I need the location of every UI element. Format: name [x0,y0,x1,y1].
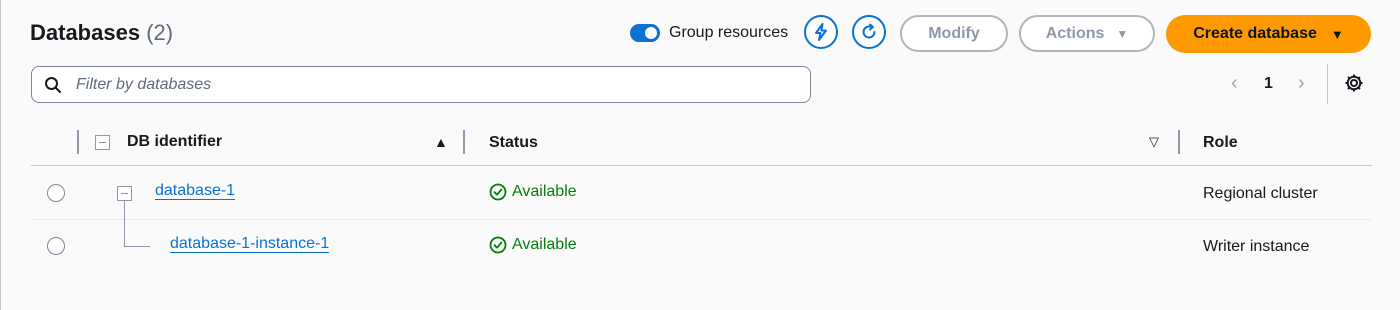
create-database-label: Create database [1193,25,1317,42]
page-title: Databases (2) [30,20,173,46]
current-page-number[interactable]: 1 [1264,75,1273,93]
check-circle-icon [489,183,507,201]
tree-connector-vertical [124,201,125,246]
status-text: Available [512,236,577,253]
row-divider [31,219,1372,220]
table-header-divider [31,165,1372,166]
status-text: Available [512,183,577,200]
lightning-icon [815,23,827,41]
panel-left-border [0,0,1,310]
caret-down-icon: ▼ [1330,26,1344,42]
previous-page-button[interactable]: ‹ [1231,72,1238,95]
role-text: Regional cluster [1203,185,1318,202]
column-header-status[interactable]: Status [489,134,538,152]
modify-button[interactable]: Modify [900,15,1008,52]
check-circle-icon [489,236,507,254]
title-text: Databases [30,20,141,45]
gear-icon[interactable] [1343,72,1365,94]
modify-label: Modify [928,24,980,42]
column-divider[interactable] [463,130,465,154]
filter-field[interactable] [31,66,811,103]
role-text: Writer instance [1203,238,1310,255]
column-divider [77,130,79,154]
collapse-all-icon[interactable] [95,135,110,150]
create-database-button[interactable]: Create database ▼ [1166,15,1371,53]
resource-count: (2) [146,20,174,45]
status-badge: Available [489,236,577,254]
group-resources-toggle[interactable] [630,24,660,42]
tree-connector-horizontal [124,246,150,247]
sort-ascending-icon[interactable]: ▲ [434,134,448,150]
status-badge: Available [489,183,577,201]
toggle-knob [645,27,657,39]
column-header-role[interactable]: Role [1203,134,1238,152]
next-page-button[interactable]: › [1298,72,1305,95]
actions-label: Actions [1045,24,1105,42]
column-header-db-identifier[interactable]: DB identifier [127,133,222,151]
column-divider[interactable] [1178,130,1180,154]
db-identifier-link[interactable]: database-1 [155,182,235,200]
pagination-divider [1327,64,1328,104]
collapse-row-icon[interactable] [117,186,132,201]
row-select-radio[interactable] [47,237,65,255]
refresh-icon [862,23,876,39]
refresh-button[interactable] [852,15,886,49]
caret-down-icon: ▼ [1116,26,1129,41]
db-identifier-link[interactable]: database-1-instance-1 [170,235,329,253]
row-select-radio[interactable] [47,184,65,202]
search-icon [45,77,61,93]
sort-indicator-icon[interactable]: ▽ [1149,134,1159,150]
filter-input[interactable] [74,75,778,95]
actions-button[interactable]: Actions ▼ [1019,15,1155,52]
quick-action-button[interactable] [804,15,838,49]
group-resources-label: Group resources [669,24,789,41]
